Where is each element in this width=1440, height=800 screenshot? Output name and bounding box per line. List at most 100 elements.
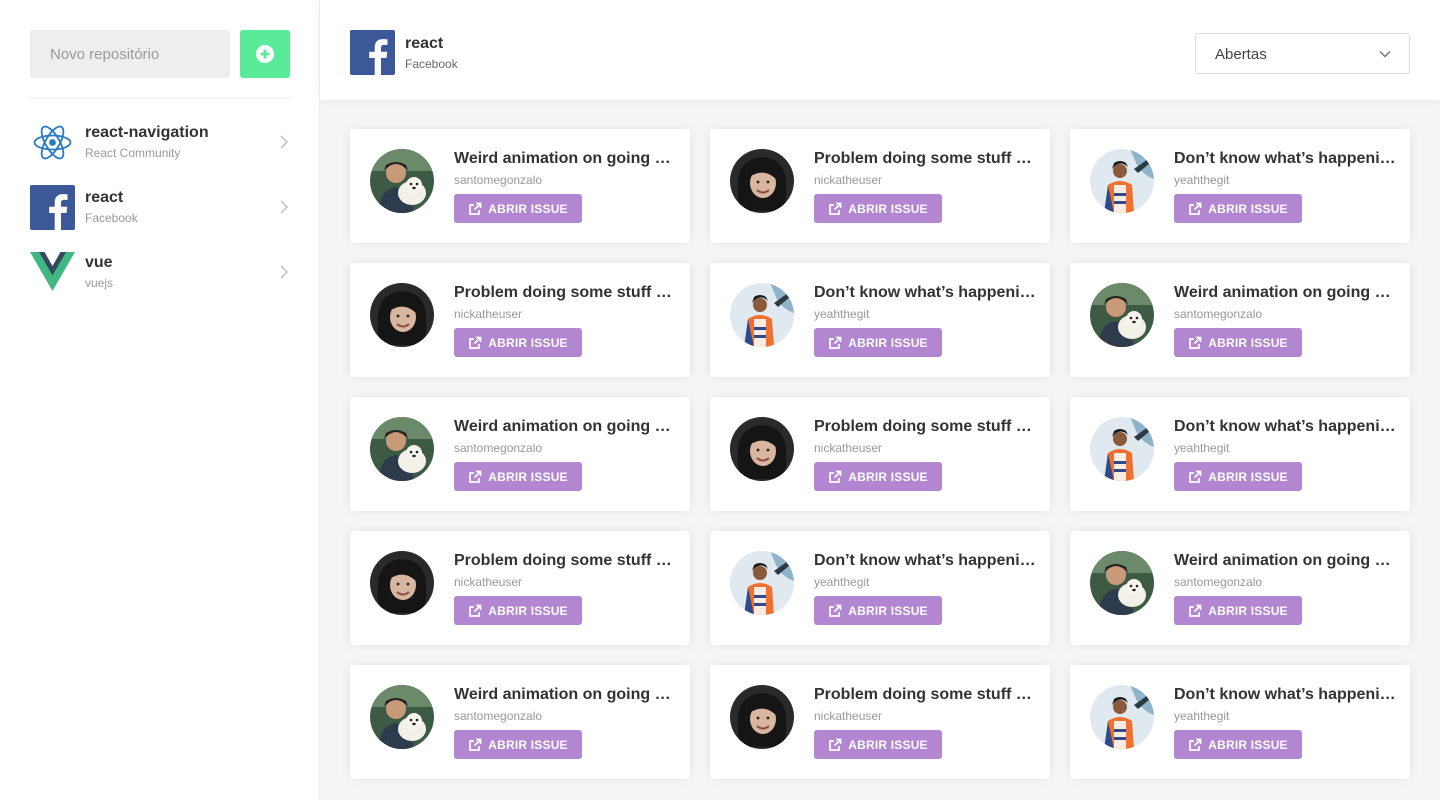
react-logo-icon (33, 125, 72, 160)
facebook-logo-icon (350, 30, 395, 75)
issue-card: Weird animation on going back santomegonz… (1070, 531, 1410, 645)
open-issue-button[interactable]: ABRIR ISSUE (814, 194, 942, 223)
repository-org: Facebook (85, 211, 138, 225)
issue-title: Don’t know what’s happening here (814, 284, 1036, 301)
issue-card: Don’t know what’s happening here yeahtheg… (1070, 397, 1410, 511)
issue-author: yeahthegit (1174, 173, 1230, 187)
plus-circle-icon (256, 45, 274, 63)
open-issue-label: ABRIR ISSUE (488, 201, 568, 216)
open-issue-button[interactable]: ABRIR ISSUE (814, 730, 942, 759)
external-link-icon (829, 336, 842, 349)
external-link-icon (1189, 604, 1202, 617)
external-link-icon (1189, 470, 1202, 483)
issue-card: Problem doing some stuff with navigation… (710, 129, 1050, 243)
open-issue-button[interactable]: ABRIR ISSUE (1174, 194, 1302, 223)
issue-card: Don’t know what’s happening here yeahtheg… (1070, 665, 1410, 779)
open-issue-button[interactable]: ABRIR ISSUE (1174, 596, 1302, 625)
external-link-icon (469, 202, 482, 215)
repository-org: React Community (85, 146, 181, 160)
issue-author: yeahthegit (1174, 441, 1230, 455)
external-link-icon (1189, 336, 1202, 349)
open-issue-label: ABRIR ISSUE (848, 201, 928, 216)
external-link-icon (469, 336, 482, 349)
issue-author: yeahthegit (814, 575, 870, 589)
open-issue-button[interactable]: ABRIR ISSUE (814, 462, 942, 491)
open-issue-label: ABRIR ISSUE (848, 335, 928, 350)
issue-card: Don’t know what’s happening here yeahtheg… (710, 531, 1050, 645)
user-avatar (730, 149, 794, 213)
open-issue-button[interactable]: ABRIR ISSUE (454, 328, 582, 357)
issue-title: Weird animation on going back (1174, 552, 1396, 569)
issue-title: Problem doing some stuff with navigation (454, 284, 676, 301)
chevron-right-icon (280, 135, 289, 149)
open-issue-label: ABRIR ISSUE (1208, 603, 1288, 618)
vue-logo-icon (30, 252, 75, 291)
repository-name: vue (85, 254, 113, 271)
issue-title: Don’t know what’s happening here (1174, 686, 1396, 703)
repository-item-react-navigation[interactable]: react-navigation React Community (30, 120, 290, 165)
sidebar: react-navigation React Community react F… (0, 0, 320, 800)
issue-card: Weird animation on going back santomegonz… (1070, 263, 1410, 377)
open-issue-label: ABRIR ISSUE (1208, 737, 1288, 752)
open-issue-button[interactable]: ABRIR ISSUE (814, 328, 942, 357)
chevron-right-icon (280, 200, 289, 214)
open-issue-button[interactable]: ABRIR ISSUE (1174, 730, 1302, 759)
user-avatar (1090, 417, 1154, 481)
open-issue-label: ABRIR ISSUE (1208, 469, 1288, 484)
issue-card: Problem doing some stuff with navigation… (710, 397, 1050, 511)
open-issue-button[interactable]: ABRIR ISSUE (454, 462, 582, 491)
repository-name: react-navigation (85, 124, 209, 141)
external-link-icon (469, 738, 482, 751)
issue-author: nickatheuser (814, 173, 883, 187)
repository-list: react-navigation React Community react F… (30, 120, 290, 315)
open-issue-button[interactable]: ABRIR ISSUE (814, 596, 942, 625)
open-issue-button[interactable]: ABRIR ISSUE (1174, 328, 1302, 357)
issue-card: Weird animation on going back santomegonz… (350, 665, 690, 779)
open-issue-label: ABRIR ISSUE (488, 469, 568, 484)
issue-author: nickatheuser (454, 575, 523, 589)
open-issue-button[interactable]: ABRIR ISSUE (454, 730, 582, 759)
open-issue-button[interactable]: ABRIR ISSUE (1174, 462, 1302, 491)
external-link-icon (1189, 738, 1202, 751)
open-issue-label: ABRIR ISSUE (488, 335, 568, 350)
external-link-icon (1189, 202, 1202, 215)
issue-title: Weird animation on going back (454, 418, 676, 435)
repository-item-vue[interactable]: vue vuejs (30, 250, 290, 295)
issue-title: Weird animation on going back (454, 150, 676, 167)
add-repository-button[interactable] (240, 30, 290, 78)
issue-card: Don’t know what’s happening here yeahtheg… (710, 263, 1050, 377)
user-avatar (730, 551, 794, 615)
repository-header: react Facebook Abertas (320, 0, 1440, 100)
issue-title: Problem doing some stuff with navigation (814, 418, 1036, 435)
repository-item-react[interactable]: react Facebook (30, 185, 290, 230)
user-avatar (370, 149, 434, 213)
issue-author: santomegonzalo (1174, 307, 1263, 321)
issue-title: Weird animation on going back (1174, 284, 1396, 301)
open-issue-label: ABRIR ISSUE (848, 469, 928, 484)
user-avatar (370, 551, 434, 615)
repository-owner: Facebook (405, 57, 458, 71)
new-repository-input[interactable] (30, 30, 230, 78)
add-repository-form (30, 30, 290, 78)
issue-title: Don’t know what’s happening here (814, 552, 1036, 569)
issue-author: santomegonzalo (1174, 575, 1263, 589)
issue-card: Weird animation on going back santomegonz… (350, 129, 690, 243)
external-link-icon (829, 604, 842, 617)
issue-state-filter[interactable]: Abertas (1195, 33, 1410, 74)
issue-card: Weird animation on going back santomegonz… (350, 397, 690, 511)
external-link-icon (829, 470, 842, 483)
open-issue-label: ABRIR ISSUE (848, 737, 928, 752)
issue-author: santomegonzalo (454, 441, 543, 455)
user-avatar (370, 283, 434, 347)
filter-selected-value: Abertas (1215, 46, 1267, 63)
issue-title: Weird animation on going back (454, 686, 676, 703)
user-avatar (370, 417, 434, 481)
issue-title: Don’t know what’s happening here (1174, 150, 1396, 167)
issue-author: nickatheuser (814, 441, 883, 455)
open-issue-label: ABRIR ISSUE (1208, 201, 1288, 216)
issue-grid: Weird animation on going back santomegonz… (350, 129, 1410, 779)
open-issue-button[interactable]: ABRIR ISSUE (454, 596, 582, 625)
user-avatar (730, 417, 794, 481)
open-issue-button[interactable]: ABRIR ISSUE (454, 194, 582, 223)
open-issue-label: ABRIR ISSUE (848, 603, 928, 618)
